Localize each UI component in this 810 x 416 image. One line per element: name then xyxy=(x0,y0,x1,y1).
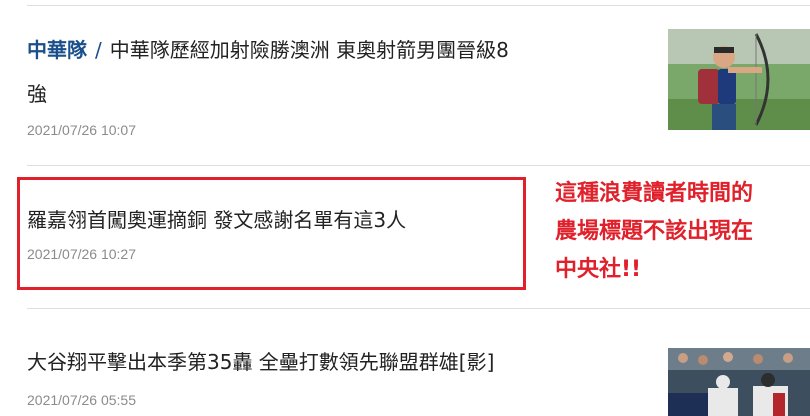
news-date-3: 2021/07/26 05:55 xyxy=(27,392,136,408)
annotation-line-3: 中央社!! xyxy=(555,257,642,282)
news-item-1[interactable]: 中華隊 / 中華隊歷經加射險勝澳洲 東奧射箭男團晉級8 強 2021/07/26 1… xyxy=(27,28,647,138)
news-thumbnail-3[interactable] xyxy=(668,348,810,416)
news-title-text-cont[interactable]: 強 xyxy=(27,82,47,106)
divider-2 xyxy=(27,308,810,309)
baseball-photo-icon xyxy=(668,348,810,416)
top-divider xyxy=(27,5,810,6)
annotation-line-2: 農場標題不該出現在 xyxy=(555,219,754,244)
archery-photo-icon xyxy=(668,29,810,130)
tag-separator: / xyxy=(95,38,102,62)
news-title-3[interactable]: 大谷翔平擊出本季第35轟 全壘打數領先聯盟群雄[影] xyxy=(27,340,647,384)
divider-1 xyxy=(27,165,810,166)
news-date-1: 2021/07/26 10:07 xyxy=(27,122,136,138)
news-item-3[interactable]: 大谷翔平擊出本季第35轟 全壘打數領先聯盟群雄[影] 2021/07/26 05… xyxy=(27,340,647,408)
news-title-1[interactable]: 中華隊 / 中華隊歷經加射險勝澳洲 東奧射箭男團晉級8 強 xyxy=(27,28,647,116)
red-highlight-box xyxy=(17,177,526,290)
red-annotation: 這種浪費讀者時間的 農場標題不該出現在 中央社!! xyxy=(555,175,810,289)
news-thumbnail-1[interactable] xyxy=(668,29,810,130)
category-tag[interactable]: 中華隊 xyxy=(27,38,87,62)
news-title-text[interactable]: 中華隊歷經加射險勝澳洲 東奧射箭男團晉級8 xyxy=(110,38,509,62)
annotation-line-1: 這種浪費讀者時間的 xyxy=(555,181,754,206)
